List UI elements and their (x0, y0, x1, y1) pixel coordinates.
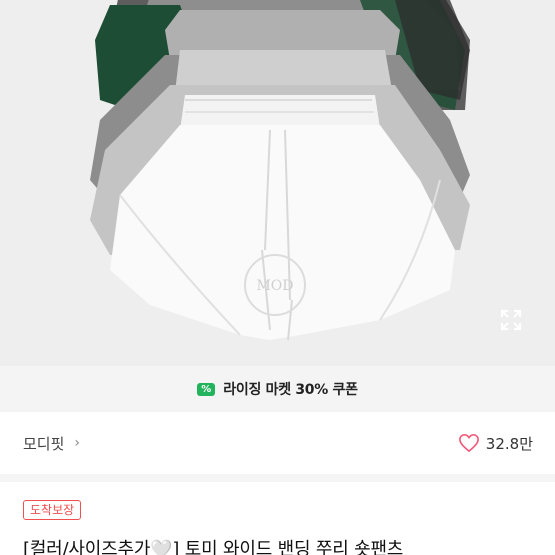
heart-outline-icon (458, 433, 479, 453)
delivery-guarantee-badge: 도착보장 (23, 500, 82, 520)
shop-row: 모디핏 › 32.8만 (0, 412, 555, 474)
svg-text:MOD: MOD (256, 278, 293, 294)
like-count: 32.8만 (485, 434, 533, 453)
like-button[interactable]: 32.8만 (458, 433, 533, 454)
coupon-icon: % (197, 382, 216, 396)
expand-image-button[interactable] (500, 309, 534, 343)
coupon-banner[interactable]: % 라이징 마켓 30% 쿠폰 (0, 366, 555, 412)
product-title: [컬러/사이즈추가🤍] 토미 와이드 밴딩 쭈리 숏팬츠 (23, 539, 404, 555)
shorts-photo: MOD (90, 0, 470, 341)
coupon-label: 라이징 마켓 30% 쿠폰 (223, 382, 358, 398)
shop-link[interactable]: 모디핏 › (23, 433, 80, 454)
section-divider (0, 474, 555, 482)
expand-icon (500, 309, 522, 331)
chevron-right-icon: › (74, 435, 81, 451)
product-image[interactable]: MOD (0, 0, 555, 366)
shop-name: 모디핏 (23, 434, 65, 453)
